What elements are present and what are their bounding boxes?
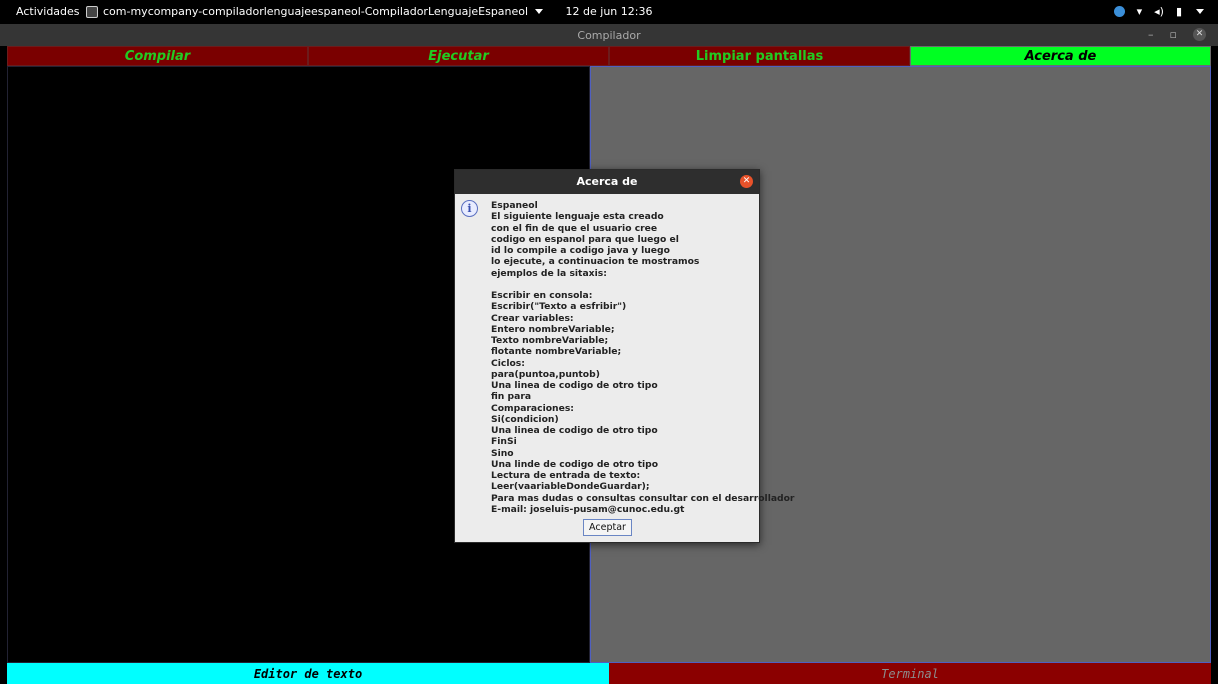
- dialog-message-line: Si(condicion): [491, 413, 559, 425]
- bottom-tabs: Editor de texto Terminal: [7, 663, 1211, 684]
- battery-icon: ▮: [1175, 5, 1182, 18]
- clock[interactable]: 12 de jun 12:36: [0, 5, 1218, 18]
- minimize-icon[interactable]: –: [1148, 28, 1154, 41]
- chevron-down-icon[interactable]: [1196, 9, 1204, 14]
- limpiar-pantallas-button[interactable]: Limpiar pantallas: [609, 46, 910, 66]
- dialog-message-line: El siguiente lenguaje esta creado: [491, 211, 664, 223]
- dialog-message-line: Comparaciones:: [491, 402, 574, 414]
- dialog-title: Acerca de: [576, 175, 638, 188]
- dialog-message: Espaneol El siguiente lenguaje esta cread…: [491, 200, 795, 515]
- dialog-message-line: Crear variables:: [491, 312, 574, 324]
- dialog-message-line: id lo compile a codigo java y luego: [491, 245, 670, 256]
- system-top-bar: Actividades com-mycompany-compiladorleng…: [0, 0, 1218, 24]
- aceptar-button[interactable]: Aceptar: [583, 519, 632, 536]
- dialog-message-line: Una linea de codigo de otro tipo: [491, 380, 658, 391]
- about-dialog: Acerca de ✕ i Espaneol El siguiente lengu…: [454, 169, 795, 543]
- window-title: Compilador: [577, 29, 641, 42]
- window-title-bar: Compilador – ▫ ✕: [0, 24, 1218, 46]
- telegram-icon[interactable]: [1113, 6, 1125, 17]
- system-tray[interactable]: ▾ ◂) ▮: [1113, 5, 1204, 18]
- dialog-message-line: E-mail: joseluis-pusam@cunoc.edu.gt: [491, 503, 685, 515]
- dialog-message-line: lo ejecute, a continuacion te mostramos: [491, 256, 700, 268]
- dialog-message-line: Escribir("Texto a esfribir"): [491, 301, 627, 313]
- dialog-message-line: Entero nombreVariable;: [491, 323, 615, 335]
- dialog-message-line: Leer(vaariableDondeGuardar);: [491, 481, 650, 493]
- dialog-message-line: ejemplos de la sitaxis:: [491, 267, 607, 279]
- dialog-message-line: fin para: [491, 391, 532, 403]
- volume-icon: ◂): [1154, 5, 1164, 18]
- close-icon[interactable]: ✕: [740, 175, 753, 188]
- dialog-message-line: Una linea de codigo de otro tipo: [491, 425, 658, 436]
- menu-bar: Compilar Ejecutar Limpiar pantallas Acer…: [7, 46, 1211, 66]
- dialog-message-line: Sino: [491, 447, 514, 459]
- maximize-icon[interactable]: ▫: [1170, 28, 1177, 41]
- dialog-message-line: Una linde de codigo de otro tipo: [491, 458, 659, 470]
- info-icon: i: [461, 200, 478, 217]
- tab-terminal[interactable]: Terminal: [609, 663, 1211, 684]
- dialog-message-line: para(puntoa,puntob): [491, 368, 600, 380]
- dialog-message-line: Para mas dudas o consultas consultar con…: [491, 492, 795, 504]
- dialog-message-line: con el fin de que el usuario cree: [491, 222, 658, 234]
- dialog-message-line: flotante nombreVariable;: [491, 346, 622, 358]
- dialog-title-bar: Acerca de ✕: [455, 170, 759, 194]
- dialog-message-line: Escribir en consola:: [491, 290, 593, 301]
- compilar-button[interactable]: Compilar: [7, 46, 308, 66]
- ejecutar-button[interactable]: Ejecutar: [308, 46, 609, 66]
- close-icon[interactable]: ✕: [1193, 28, 1206, 41]
- dialog-message-line: Lectura de entrada de texto:: [491, 470, 641, 481]
- dialog-message-line: Espaneol: [491, 200, 538, 211]
- dialog-message-line: Texto nombreVariable;: [491, 335, 609, 346]
- window-controls: – ▫ ✕: [1148, 28, 1206, 41]
- dialog-message-line: Ciclos:: [491, 357, 525, 369]
- acerca-de-button[interactable]: Acerca de: [910, 46, 1211, 66]
- wifi-icon: ▾: [1136, 5, 1143, 18]
- dialog-message-line: FinSi: [491, 436, 517, 448]
- tab-editor[interactable]: Editor de texto: [7, 663, 609, 684]
- dialog-message-line: [491, 279, 757, 290]
- dialog-message-line: codigo en espanol para que luego el: [491, 233, 679, 245]
